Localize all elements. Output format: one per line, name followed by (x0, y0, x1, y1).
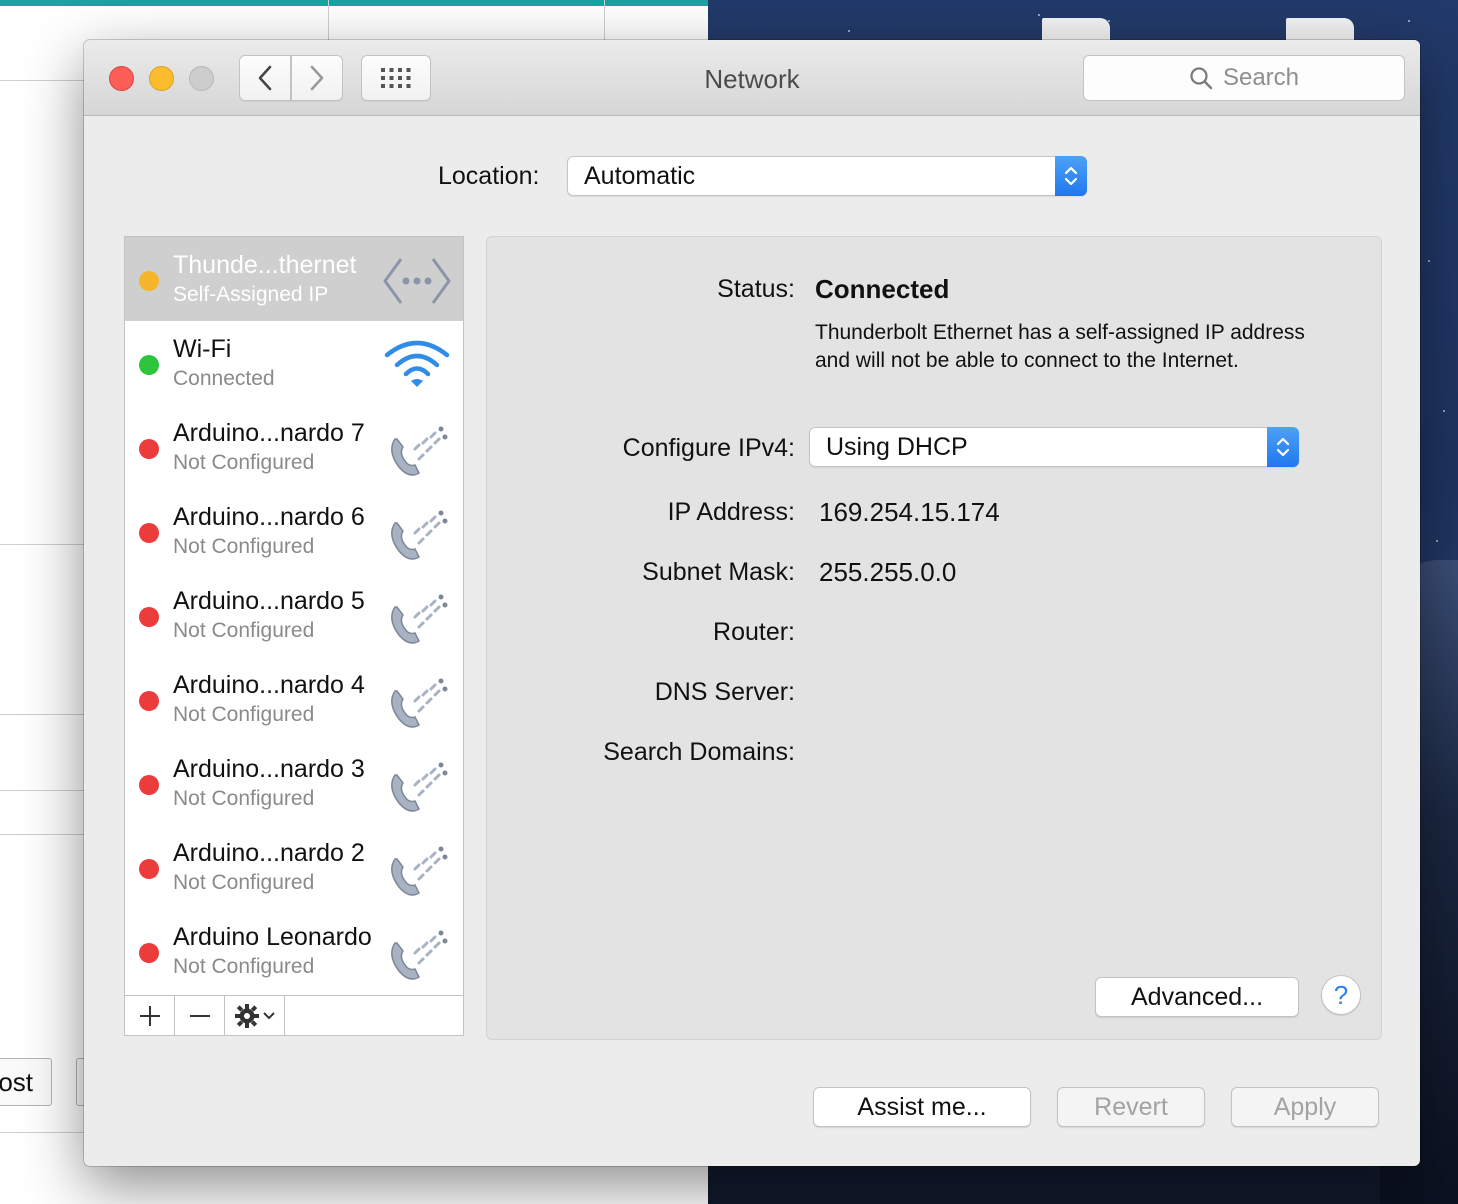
background-divider (0, 714, 84, 715)
service-actions-menu[interactable] (225, 996, 285, 1035)
service-name: Arduino Leonardo (173, 923, 372, 951)
service-name: Arduino...nardo 7 (173, 419, 365, 447)
status-dot (139, 691, 159, 711)
status-dot (139, 607, 159, 627)
network-service-item[interactable]: Arduino...nardo 4 Not Configured (125, 657, 463, 741)
modem-phone-icon (381, 757, 453, 813)
popup-stepper-icon (1055, 156, 1087, 196)
status-dot (139, 439, 159, 459)
service-status: Not Configured (173, 619, 315, 642)
configure-ipv4-label: Configure IPv4: (622, 434, 795, 462)
location-value: Automatic (584, 162, 696, 190)
gear-icon (234, 1003, 259, 1028)
modem-phone-icon (381, 925, 453, 981)
popup-stepper-icon (1267, 427, 1299, 467)
service-detail-panel: Status: Connected Thunderbolt Ethernet h… (486, 236, 1382, 1040)
service-list-toolbar (125, 995, 463, 1035)
status-description: Thunderbolt Ethernet has a self-assigned… (815, 321, 1305, 372)
minus-icon (189, 1014, 210, 1017)
plus-icon (139, 1005, 160, 1026)
add-service-button[interactable] (125, 996, 175, 1035)
modem-phone-icon (381, 841, 453, 897)
service-name: Arduino...nardo 3 (173, 755, 365, 783)
ethernet-icon (381, 253, 453, 309)
network-service-item[interactable]: Arduino...nardo 7 Not Configured (125, 405, 463, 489)
service-status: Not Configured (173, 955, 315, 978)
configure-ipv4-value: Using DHCP (826, 433, 968, 461)
service-name: Arduino...nardo 2 (173, 839, 365, 867)
background-divider (0, 790, 84, 791)
service-name: Thunde...thernet (173, 251, 357, 279)
network-service-item[interactable]: Arduino...nardo 3 Not Configured (125, 741, 463, 825)
status-dot (139, 271, 159, 291)
network-service-item[interactable]: Thunde...thernet Self-Assigned IP (125, 237, 463, 321)
background-divider (604, 0, 605, 40)
assist-me-button[interactable]: Assist me... (813, 1087, 1031, 1127)
status-dot (139, 523, 159, 543)
status-value: Connected (815, 274, 950, 304)
title-bar: Network Search (84, 40, 1420, 116)
apply-button[interactable]: Apply (1231, 1087, 1379, 1127)
status-dot (139, 943, 159, 963)
location-popup[interactable]: Automatic (567, 156, 1087, 196)
modem-phone-icon (381, 505, 453, 561)
background-post-button[interactable]: Post (0, 1058, 52, 1106)
network-preferences-window: Network Search Location: Automatic Thund… (84, 40, 1420, 1166)
modem-phone-icon (381, 589, 453, 645)
chevron-down-icon (262, 1011, 275, 1019)
remove-service-button[interactable] (175, 996, 225, 1035)
search-domains-label: Search Domains: (603, 738, 795, 766)
modem-phone-icon (381, 421, 453, 477)
status-label: Status: (717, 275, 795, 303)
search-placeholder: Search (1222, 64, 1300, 91)
modem-phone-icon (381, 673, 453, 729)
service-name: Arduino...nardo 5 (173, 587, 365, 615)
network-service-item[interactable]: Arduino...nardo 6 Not Configured (125, 489, 463, 573)
service-status: Not Configured (173, 871, 315, 894)
wifi-icon (381, 337, 453, 393)
background-divider (0, 80, 84, 81)
dns-server-label: DNS Server: (654, 678, 795, 706)
service-status: Not Configured (173, 787, 315, 810)
service-status: Not Configured (173, 703, 315, 726)
subnet-mask-value: 255.255.0.0 (819, 557, 957, 587)
desktop-file-icon[interactable] (1286, 18, 1354, 40)
service-name: Arduino...nardo 4 (173, 671, 365, 699)
status-dot (139, 775, 159, 795)
post-button-label: Post (0, 1067, 34, 1097)
background-app-toolbar (0, 0, 708, 6)
service-status: Self-Assigned IP (173, 283, 329, 306)
network-service-item[interactable]: Wi-Fi Connected (125, 321, 463, 405)
service-status: Not Configured (173, 535, 315, 558)
service-name: Arduino...nardo 6 (173, 503, 365, 531)
advanced-button[interactable]: Advanced... (1095, 977, 1299, 1017)
search-icon (1190, 67, 1213, 90)
help-button[interactable]: ? (1321, 975, 1361, 1015)
network-service-item[interactable]: Arduino...nardo 5 Not Configured (125, 573, 463, 657)
status-dot (139, 859, 159, 879)
subnet-mask-label: Subnet Mask: (642, 558, 795, 586)
status-dot (139, 355, 159, 375)
service-status: Not Configured (173, 451, 315, 474)
service-status: Connected (173, 367, 275, 390)
background-divider (0, 1132, 84, 1133)
revert-button[interactable]: Revert (1057, 1087, 1205, 1127)
network-service-list: Thunde...thernet Self-Assigned IP Wi-Fi Con… (124, 236, 464, 1036)
network-service-item[interactable]: Arduino Leonardo Not Configured (125, 909, 463, 993)
network-service-item[interactable]: Arduino...nardo 2 Not Configured (125, 825, 463, 909)
location-label: Location: (438, 162, 540, 190)
search-field[interactable]: Search (1083, 55, 1405, 101)
background-divider (328, 0, 329, 40)
background-divider (0, 544, 84, 545)
service-name: Wi-Fi (173, 335, 232, 363)
ip-address-label: IP Address: (667, 498, 795, 526)
router-label: Router: (713, 618, 795, 646)
ip-address-value: 169.254.15.174 (819, 497, 1000, 527)
desktop-file-icon[interactable] (1042, 18, 1110, 40)
configure-ipv4-popup[interactable]: Using DHCP (809, 427, 1299, 467)
background-divider (0, 834, 84, 835)
